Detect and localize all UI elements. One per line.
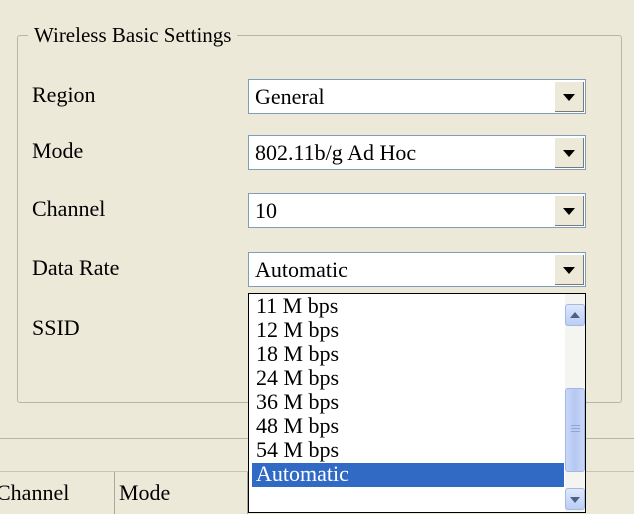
option-18mbps[interactable]: 18 M bps bbox=[252, 343, 564, 367]
data-rate-label: Data Rate bbox=[32, 255, 120, 280]
data-rate-dropdown-button[interactable] bbox=[554, 254, 584, 285]
data-rate-select[interactable]: Automatic bbox=[248, 252, 586, 287]
grip-line bbox=[571, 431, 580, 432]
option-36mbps[interactable]: 36 M bps bbox=[252, 391, 564, 415]
mode-select[interactable]: 802.11b/g Ad Hoc bbox=[248, 135, 586, 170]
chevron-up-icon bbox=[570, 312, 580, 318]
dropdown-scrollbar[interactable] bbox=[565, 294, 585, 512]
option-48mbps[interactable]: 48 M bps bbox=[252, 415, 564, 439]
scroll-up-button[interactable] bbox=[565, 304, 585, 326]
column-header-channel[interactable]: Channel bbox=[0, 472, 115, 514]
region-label: Region bbox=[32, 82, 96, 107]
column-header-mode[interactable]: Mode bbox=[115, 472, 248, 514]
grip-line bbox=[571, 428, 580, 429]
ssid-label: SSID bbox=[32, 315, 80, 340]
channel-label: Channel bbox=[32, 196, 106, 221]
scroll-down-button[interactable] bbox=[565, 488, 585, 510]
option-12mbps[interactable]: 12 M bps bbox=[252, 319, 564, 343]
mode-dropdown-button[interactable] bbox=[554, 137, 584, 168]
option-11mbps[interactable]: 11 M bps bbox=[252, 295, 564, 319]
channel-value: 10 bbox=[255, 198, 277, 223]
data-rate-dropdown-list[interactable]: 11 M bps 12 M bps 18 M bps 24 M bps 36 M… bbox=[248, 293, 586, 513]
region-select[interactable]: General bbox=[248, 79, 586, 114]
channel-select[interactable]: 10 bbox=[248, 193, 586, 228]
chevron-down-icon bbox=[563, 267, 575, 274]
region-value: General bbox=[255, 84, 325, 109]
option-54mbps[interactable]: 54 M bps bbox=[252, 439, 564, 463]
chevron-down-icon bbox=[570, 497, 580, 503]
data-rate-value: Automatic bbox=[255, 257, 348, 282]
group-title: Wireless Basic Settings bbox=[28, 21, 238, 49]
option-24mbps[interactable]: 24 M bps bbox=[252, 367, 564, 391]
region-dropdown-button[interactable] bbox=[554, 81, 584, 112]
scrollbar-thumb[interactable] bbox=[565, 388, 585, 472]
chevron-down-icon bbox=[563, 208, 575, 215]
grip-line bbox=[571, 425, 580, 426]
chevron-down-icon bbox=[563, 94, 575, 101]
chevron-down-icon bbox=[563, 150, 575, 157]
mode-value: 802.11b/g Ad Hoc bbox=[255, 140, 417, 165]
channel-dropdown-button[interactable] bbox=[554, 195, 584, 226]
option-automatic-selected[interactable]: Automatic bbox=[252, 463, 564, 487]
mode-label: Mode bbox=[32, 138, 84, 163]
